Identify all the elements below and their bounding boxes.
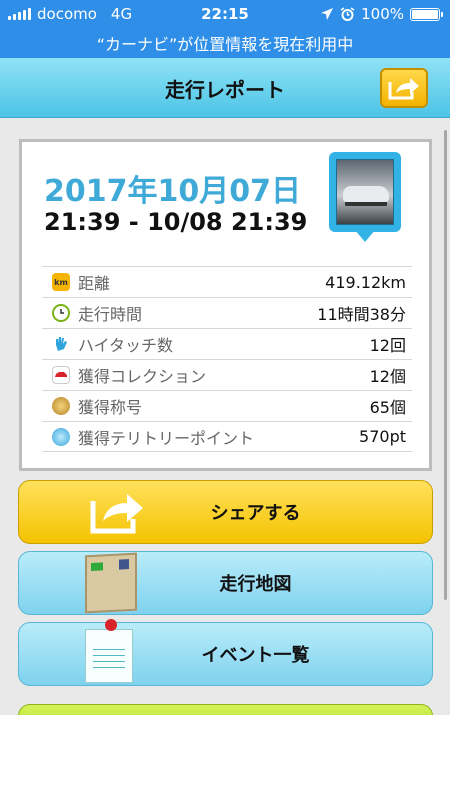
status-right: 100% — [320, 5, 443, 23]
header-share-button[interactable] — [380, 68, 428, 108]
battery-percent: 100% — [361, 5, 404, 23]
events-button-label: イベント一覧 — [201, 645, 310, 666]
location-banner[interactable]: “カーナビ”が位置情報を現在利用中 — [0, 31, 450, 55]
report-card: 2017年10月07日 21:39 - 10/08 21:39 km 距離 41… — [19, 139, 432, 471]
pin-tip — [355, 230, 375, 242]
stat-value: 570pt — [359, 427, 406, 446]
nav-header: 走行レポート — [0, 58, 450, 118]
stat-value: 11時間38分 — [317, 305, 406, 324]
car-photo — [336, 159, 394, 225]
report-date: 2017年10月07日 — [44, 174, 301, 209]
medal-icon — [52, 397, 70, 415]
scrollbar[interactable] — [444, 130, 447, 600]
stat-label: 距離 — [78, 274, 111, 293]
battery-icon — [410, 7, 443, 21]
stat-label: 獲得称号 — [78, 398, 143, 417]
share-arrow-icon — [388, 78, 419, 100]
stat-value: 12回 — [369, 336, 406, 355]
stats-list: km 距離 419.12km 走行時間 11時間38分 ハイタッチ数 12回 獲… — [42, 266, 412, 452]
stat-value: 12個 — [369, 367, 406, 386]
drive-map-button-label: 走行地図 — [219, 574, 292, 595]
share-button-label: シェアする — [210, 503, 301, 524]
status-row: docomo 4G 22:15 100% — [0, 5, 450, 27]
km-icon: km — [52, 273, 70, 291]
stat-row-territory-points: 獲得テリトリーポイント 570pt — [42, 421, 412, 452]
pushpin-icon — [105, 619, 117, 631]
stat-value: 419.12km — [325, 272, 406, 292]
clock-icon — [52, 304, 70, 322]
events-button[interactable]: イベント一覧 — [18, 619, 433, 686]
report-time-range: 21:39 - 10/08 21:39 — [44, 208, 308, 236]
bottom-area — [0, 715, 450, 800]
point-icon — [52, 427, 70, 446]
car-icon — [52, 366, 70, 384]
stat-label: 走行時間 — [78, 305, 143, 324]
share-button[interactable]: シェアする — [18, 480, 433, 544]
stat-row-collection: 獲得コレクション 12個 — [42, 359, 412, 390]
alarm-clock-icon — [340, 6, 355, 21]
stat-value: 65個 — [369, 398, 406, 417]
photo-pin[interactable] — [329, 152, 401, 244]
drive-map-button[interactable]: 走行地図 — [18, 551, 433, 615]
status-bar: docomo 4G 22:15 100% “カーナビ”が位置情報を現在利用中 — [0, 0, 450, 58]
stat-label: 獲得テリトリーポイント — [78, 428, 255, 448]
location-arrow-icon — [321, 8, 334, 20]
stat-row-titles: 獲得称号 65個 — [42, 390, 412, 421]
photo-frame — [329, 152, 401, 232]
stat-label: 獲得コレクション — [78, 367, 207, 386]
stat-row-distance: km 距離 419.12km — [42, 266, 412, 297]
next-button-partial[interactable] — [18, 704, 433, 715]
stat-row-drive-time: 走行時間 11時間38分 — [42, 297, 412, 328]
report-content[interactable]: 2017年10月07日 21:39 - 10/08 21:39 km 距離 41… — [0, 118, 450, 715]
stat-label: ハイタッチ数 — [78, 336, 174, 355]
hand-icon — [52, 335, 70, 353]
stat-row-high-touch: ハイタッチ数 12回 — [42, 328, 412, 359]
